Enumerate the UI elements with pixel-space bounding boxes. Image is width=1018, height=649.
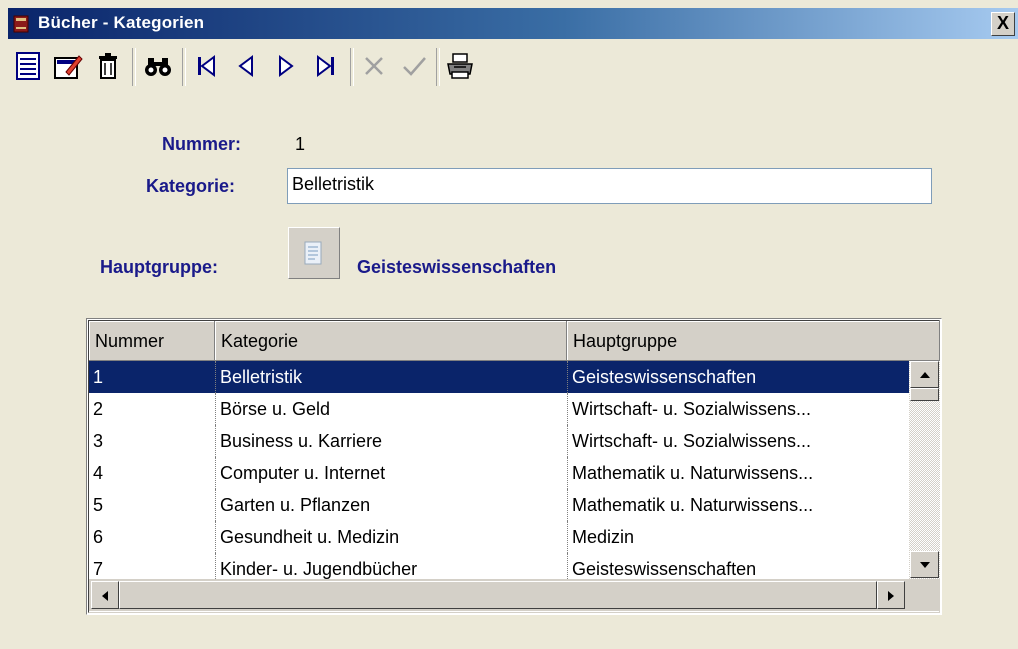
kategorie-label: Kategorie: — [146, 176, 236, 196]
toolbar-separator — [436, 48, 440, 86]
table-row[interactable]: 3 Business u. Karriere Wirtschaft- u. So… — [89, 425, 909, 457]
horizontal-scrollbar[interactable] — [89, 579, 909, 611]
column-header-nummer[interactable]: Nummer — [89, 321, 215, 361]
close-button[interactable]: X — [991, 12, 1015, 36]
printer-icon[interactable] — [444, 50, 476, 82]
cell-nummer: 7 — [93, 559, 104, 579]
arrow-left-icon — [102, 591, 108, 601]
arrow-right-icon — [888, 591, 894, 601]
cancel-icon[interactable] — [358, 50, 390, 82]
document-icon — [304, 241, 322, 265]
cell-nummer: 2 — [93, 399, 104, 419]
cell-hauptgruppe: Geisteswissenschaften — [567, 361, 907, 393]
table-row[interactable]: 6 Gesundheit u. Medizin Medizin — [89, 521, 909, 553]
nummer-label: Nummer: — [162, 134, 242, 154]
hauptgruppe-value: Geisteswissenschaften — [357, 257, 557, 277]
cell-kategorie: Business u. Karriere — [215, 425, 567, 457]
cell-nummer: 4 — [93, 463, 104, 483]
previous-record-icon[interactable] — [230, 50, 262, 82]
nummer-value: 1 — [295, 134, 306, 154]
categories-grid[interactable]: Nummer Kategorie Hauptgruppe 1 Belletris… — [86, 318, 942, 615]
binoculars-icon[interactable] — [142, 50, 174, 82]
table-row[interactable]: 4 Computer u. Internet Mathematik u. Nat… — [89, 457, 909, 489]
cell-hauptgruppe: Mathematik u. Naturwissens... — [567, 489, 907, 521]
window-title: Bücher - Kategorien — [38, 13, 205, 32]
toolbar-separator — [182, 48, 186, 86]
cell-kategorie: Garten u. Pflanzen — [215, 489, 567, 521]
cell-hauptgruppe: Wirtschaft- u. Sozialwissens... — [567, 393, 907, 425]
scroll-down-button[interactable] — [910, 551, 939, 578]
table-row[interactable]: 5 Garten u. Pflanzen Mathematik u. Natur… — [89, 489, 909, 521]
book-app-icon — [13, 15, 29, 33]
cell-hauptgruppe: Geisteswissenschaften — [567, 553, 907, 579]
trash-icon[interactable] — [92, 50, 124, 82]
last-record-icon[interactable] — [310, 50, 342, 82]
arrow-up-icon — [920, 372, 930, 378]
arrow-down-icon — [920, 562, 930, 568]
cell-hauptgruppe: Wirtschaft- u. Sozialwissens... — [567, 425, 907, 457]
scrollbar-corner — [909, 579, 940, 611]
table-row[interactable]: 7 Kinder- u. Jugendbücher Geisteswissens… — [89, 553, 909, 579]
cell-hauptgruppe: Mathematik u. Naturwissens... — [567, 457, 907, 489]
scroll-right-button[interactable] — [877, 581, 905, 609]
checkmark-icon[interactable] — [398, 50, 430, 82]
hauptgruppe-label: Hauptgruppe: — [100, 257, 218, 277]
vertical-scroll-thumb[interactable] — [910, 388, 939, 401]
cell-kategorie: Kinder- u. Jugendbücher — [215, 553, 567, 579]
title-bar: Bücher - Kategorien X — [8, 8, 1018, 39]
hauptgruppe-lookup-button[interactable] — [288, 227, 340, 279]
cell-nummer: 3 — [93, 431, 104, 451]
cell-kategorie: Börse u. Geld — [215, 393, 567, 425]
cell-nummer: 5 — [93, 495, 104, 515]
cell-nummer: 1 — [93, 367, 104, 387]
cell-kategorie: Gesundheit u. Medizin — [215, 521, 567, 553]
toolbar-separator — [132, 48, 136, 86]
first-record-icon[interactable] — [190, 50, 222, 82]
cell-nummer: 6 — [93, 527, 104, 547]
vertical-scrollbar[interactable] — [909, 361, 940, 579]
horizontal-scroll-thumb[interactable] — [119, 581, 877, 609]
column-header-hauptgruppe[interactable]: Hauptgruppe — [567, 321, 940, 361]
list-icon[interactable] — [12, 50, 44, 82]
toolbar — [8, 40, 1018, 92]
kategorie-input[interactable]: Belletristik — [287, 168, 932, 204]
scroll-up-button[interactable] — [910, 361, 939, 388]
cell-kategorie: Computer u. Internet — [215, 457, 567, 489]
next-record-icon[interactable] — [270, 50, 302, 82]
table-row[interactable]: 2 Börse u. Geld Wirtschaft- u. Sozialwis… — [89, 393, 909, 425]
cell-hauptgruppe: Medizin — [567, 521, 907, 553]
table-row[interactable]: 1 Belletristik Geisteswissenschaften — [89, 361, 909, 393]
column-header-kategorie[interactable]: Kategorie — [215, 321, 567, 361]
scroll-left-button[interactable] — [91, 581, 119, 609]
cell-kategorie: Belletristik — [215, 361, 567, 393]
toolbar-separator — [350, 48, 354, 86]
edit-form-icon[interactable] — [52, 50, 84, 82]
